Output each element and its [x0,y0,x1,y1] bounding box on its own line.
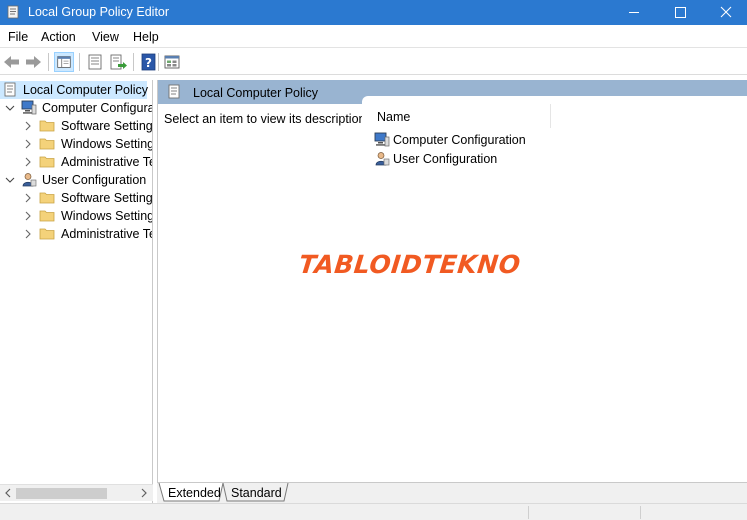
menu-view[interactable]: View [92,30,119,44]
folder-icon [39,192,55,204]
column-separator[interactable] [550,104,551,128]
tab-label: Extended [168,486,221,500]
folder-icon [39,228,55,240]
tree-item-windows-settings[interactable]: Windows Setting [0,207,153,225]
close-button[interactable] [703,0,747,25]
title-bar: Local Group Policy Editor [0,0,747,25]
computer-config-icon [21,100,37,115]
column-header-name[interactable]: Name [377,110,410,124]
list-item-label: Computer Configuration [393,133,526,147]
details-pane: Local Computer Policy Select an item to … [157,80,747,482]
tree-item-windows-settings[interactable]: Windows Setting [0,135,153,153]
chevron-right-icon[interactable] [23,139,33,149]
export-list-icon[interactable] [108,52,128,72]
show-hide-tree-icon[interactable] [54,52,74,72]
toolbar-separator [133,53,134,71]
policy-document-icon [168,84,180,99]
group-policy-app-icon [7,5,19,19]
toolbar-separator [48,53,49,71]
menu-help[interactable]: Help [133,30,159,44]
toolbar: ? [0,49,747,75]
chevron-right-icon[interactable] [23,157,33,167]
minimize-button[interactable] [611,0,657,25]
menu-bar: File Action View Help [0,25,747,48]
list-item-label: User Configuration [393,152,498,166]
tree-item-label: Administrative Te [61,155,153,169]
chevron-right-icon[interactable] [23,121,33,131]
tree-item-label: Computer Configura [42,101,153,115]
status-separator [640,506,641,519]
item-description: Select an item to view its description. [164,112,369,126]
chevron-down-icon[interactable] [5,103,15,113]
view-tabs: Extended Standard [157,482,747,503]
tab-extended[interactable]: Extended [163,483,221,503]
status-bar [0,503,747,520]
filter-view-icon[interactable] [162,52,182,72]
scroll-left-icon[interactable] [2,487,14,499]
back-arrow-icon[interactable] [2,52,22,72]
tab-label: Standard [231,486,282,500]
user-config-icon [22,173,37,187]
window-title: Local Group Policy Editor [28,5,170,19]
tree-item-software-settings[interactable]: Software Settings [0,189,153,207]
chevron-down-icon[interactable] [5,175,15,185]
user-config-icon [375,152,390,166]
computer-config-icon [374,132,390,147]
tree-item-label: Software Settings [61,191,153,205]
minimize-icon [629,12,639,13]
folder-icon [39,210,55,222]
scroll-right-icon[interactable] [138,487,150,499]
tree-item-user-configuration[interactable]: User Configuration [0,171,152,189]
folder-icon [39,138,55,150]
maximize-icon [675,7,686,18]
folder-icon [39,120,55,132]
watermark-text: TABLOIDTEKNO [297,250,523,279]
tree-item-computer-configuration[interactable]: Computer Configura [0,99,153,117]
tab-standard[interactable]: Standard [225,483,285,503]
scrollbar-thumb[interactable] [16,488,107,499]
chevron-right-icon[interactable] [23,229,33,239]
properties-icon[interactable] [85,52,105,72]
tree-item-administrative-templates[interactable]: Administrative Te [0,225,153,243]
console-tree: Local Computer Policy Computer Configura… [0,80,153,503]
folder-icon [39,156,55,168]
tree-item-label: Local Computer Policy [23,83,149,97]
items-list: Name Computer Configuration User Configu… [362,96,747,482]
menu-action[interactable]: Action [41,30,76,44]
menu-file[interactable]: File [8,30,28,44]
details-pane-title: Local Computer Policy [193,86,319,100]
svg-text:?: ? [145,56,152,70]
tree-item-label: Windows Setting [61,209,153,223]
tree-item-label: Administrative Te [61,227,153,241]
chevron-right-icon[interactable] [23,211,33,221]
maximize-button[interactable] [657,0,703,25]
help-icon[interactable]: ? [139,52,159,72]
tree-item-label: Windows Setting [61,137,153,151]
tree-item-software-settings[interactable]: Software Settings [0,117,153,135]
chevron-right-icon[interactable] [23,193,33,203]
policy-document-icon [4,82,16,97]
tree-item-label: User Configuration [42,173,147,187]
toolbar-separator [79,53,80,71]
tree-horizontal-scrollbar[interactable] [0,484,153,501]
status-separator [528,506,529,519]
close-icon [720,6,732,18]
tree-item-local-computer-policy[interactable]: Local Computer Policy [0,81,149,99]
toolbar-separator [158,53,159,71]
tree-item-administrative-templates[interactable]: Administrative Te [0,153,153,171]
forward-arrow-icon[interactable] [23,52,43,72]
tree-item-label: Software Settings [61,119,153,133]
